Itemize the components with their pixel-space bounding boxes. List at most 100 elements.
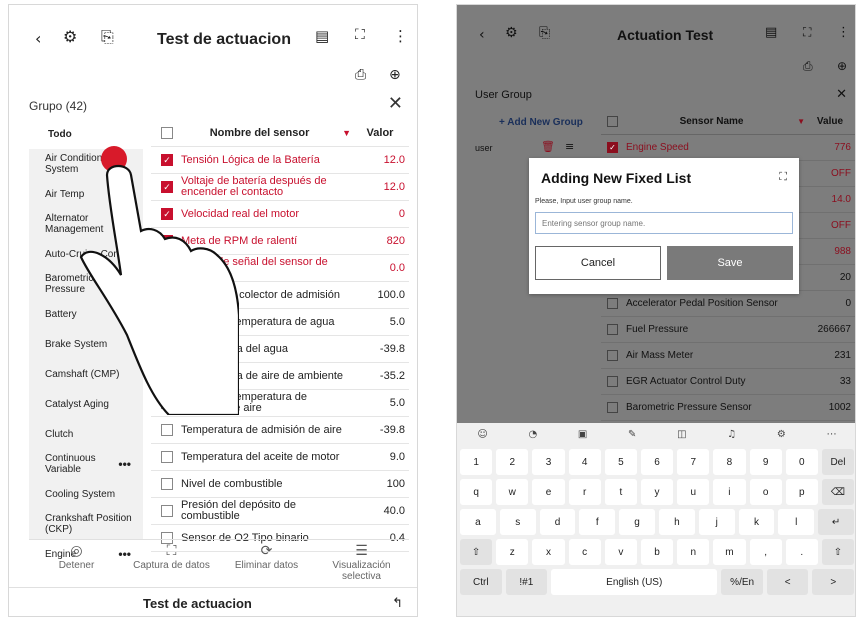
key[interactable]: , <box>749 539 782 565</box>
save-to-device-icon[interactable]: ⎘ <box>101 27 114 47</box>
table-row[interactable]: Fuel Pressure 266667 <box>601 317 855 343</box>
sort-desc-icon[interactable]: ▼ <box>342 128 351 138</box>
header-sensor-name[interactable]: Sensor Name <box>626 116 797 127</box>
key[interactable]: ⇧ <box>460 539 493 565</box>
key[interactable]: . <box>785 539 818 565</box>
key[interactable]: q <box>460 479 493 505</box>
more-menu-icon[interactable]: ⋮ <box>393 27 408 45</box>
vehicle-diagnosis-icon[interactable]: ⚙ <box>505 25 518 41</box>
key[interactable]: h <box>658 509 695 535</box>
key[interactable]: 3 <box>532 449 565 475</box>
key[interactable]: p <box>785 479 818 505</box>
key[interactable]: 5 <box>604 449 637 475</box>
table-row[interactable]: Air Mass Meter 231 <box>601 343 855 369</box>
key[interactable]: k <box>738 509 775 535</box>
user-group-item[interactable]: user <box>475 143 493 153</box>
sticker-icon[interactable]: ◔ <box>528 429 537 440</box>
key[interactable]: f <box>579 509 616 535</box>
key[interactable]: English (US) <box>551 569 718 595</box>
key[interactable]: e <box>532 479 565 505</box>
key[interactable]: !#1 <box>505 569 548 595</box>
row-checkbox[interactable]: ✓ <box>607 142 618 153</box>
group-name-input[interactable] <box>535 212 793 234</box>
expand-icon[interactable]: ⛶ <box>779 170 787 184</box>
key[interactable]: c <box>568 539 601 565</box>
collapse-icon[interactable]: ↰ <box>392 596 403 611</box>
row-checkbox[interactable] <box>607 350 618 361</box>
key[interactable]: m <box>713 539 746 565</box>
save-button[interactable]: Save <box>667 246 793 280</box>
row-checkbox[interactable] <box>161 451 173 463</box>
key[interactable]: > <box>812 569 855 595</box>
key[interactable]: 7 <box>677 449 710 475</box>
sidebar-item[interactable]: Crankshaft Position (CKP) <box>29 509 143 539</box>
back-arrow-icon[interactable]: ‹ <box>479 27 485 43</box>
key[interactable]: 6 <box>640 449 674 475</box>
table-row[interactable]: EGR Actuator Control Duty 33 <box>601 369 855 395</box>
add-new-group-link[interactable]: + Add New Group <box>499 117 583 128</box>
table-row[interactable]: Presión del depósito de combustible 40.0 <box>151 498 409 525</box>
battery-icon[interactable]: ⊕ <box>389 67 401 83</box>
key[interactable]: %/En <box>721 569 763 595</box>
translate-icon[interactable]: ◫ <box>677 429 686 440</box>
sort-desc-icon[interactable]: ▼ <box>797 117 805 126</box>
reorder-icon[interactable]: ≡ <box>565 140 574 153</box>
select-all-checkbox[interactable] <box>607 116 618 127</box>
table-row[interactable]: Temperatura del aceite de motor 9.0 <box>151 444 409 471</box>
key[interactable]: i <box>713 479 746 505</box>
sidebar-item[interactable]: Continuous Variable ••• <box>29 449 143 479</box>
key[interactable]: d <box>539 509 576 535</box>
action-capture-button[interactable]: ⛶ Captura de datos <box>124 540 219 583</box>
key[interactable]: g <box>619 509 655 535</box>
row-checkbox[interactable] <box>607 324 618 335</box>
table-row[interactable]: Barometric Pressure Sensor 1002 <box>601 395 855 421</box>
clipboard-settings-icon[interactable]: ⎙ <box>355 67 366 83</box>
row-checkbox[interactable] <box>161 424 173 436</box>
key[interactable]: ↵ <box>818 509 854 535</box>
row-checkbox[interactable] <box>607 298 618 309</box>
key[interactable]: x <box>532 539 565 565</box>
clipboard-icon[interactable]: ▣ <box>578 429 587 440</box>
key[interactable]: u <box>677 479 710 505</box>
voice-input-icon[interactable]: ♫ <box>727 429 736 440</box>
key[interactable]: 0 <box>785 449 818 475</box>
action-selective-view-button[interactable]: ☰ Visualización selectiva <box>314 540 409 583</box>
key[interactable]: 9 <box>749 449 782 475</box>
key[interactable]: Del <box>821 449 855 475</box>
save-to-device-icon[interactable]: ⎘ <box>539 25 550 41</box>
row-checkbox[interactable] <box>161 478 173 490</box>
close-icon[interactable]: ✕ <box>388 93 403 114</box>
report-icon[interactable]: ▤ <box>765 25 777 40</box>
back-arrow-icon[interactable]: ‹ <box>35 29 41 48</box>
sidebar-item[interactable]: Clutch <box>29 419 143 449</box>
expand-icon[interactable]: ⛶ <box>803 25 811 40</box>
vehicle-diagnosis-icon[interactable]: ⚙ <box>63 27 77 46</box>
key[interactable]: 2 <box>496 449 529 475</box>
row-checkbox[interactable] <box>607 402 618 413</box>
key[interactable]: v <box>604 539 637 565</box>
table-row[interactable]: Nivel de combustible 100 <box>151 471 409 498</box>
key[interactable]: w <box>496 479 529 505</box>
key[interactable]: b <box>640 539 674 565</box>
action-refresh-button[interactable]: ⟳ Eliminar datos <box>219 540 314 583</box>
key[interactable]: t <box>604 479 637 505</box>
key[interactable]: n <box>677 539 710 565</box>
row-checkbox[interactable] <box>607 376 618 387</box>
key[interactable]: s <box>499 509 536 535</box>
clipboard-settings-icon[interactable]: ⎙ <box>803 59 813 74</box>
battery-icon[interactable]: ⊕ <box>837 59 847 73</box>
key[interactable]: ⇧ <box>821 539 855 565</box>
key[interactable]: 1 <box>460 449 493 475</box>
expand-icon[interactable]: ⛶ <box>355 27 365 43</box>
key[interactable]: 4 <box>568 449 601 475</box>
emoji-icon[interactable]: ☺ <box>477 429 487 440</box>
cancel-button[interactable]: Cancel <box>535 246 661 280</box>
more-options-icon[interactable]: ••• <box>118 458 131 470</box>
more-menu-icon[interactable]: ⋮ <box>837 25 850 40</box>
key[interactable]: o <box>749 479 782 505</box>
action-stop-button[interactable]: ◎ Detener <box>29 540 124 583</box>
key[interactable]: y <box>640 479 674 505</box>
handwriting-icon[interactable]: ✎ <box>628 429 636 440</box>
close-icon[interactable]: ✕ <box>836 87 847 102</box>
delete-icon[interactable]: 🗑 <box>541 140 555 153</box>
